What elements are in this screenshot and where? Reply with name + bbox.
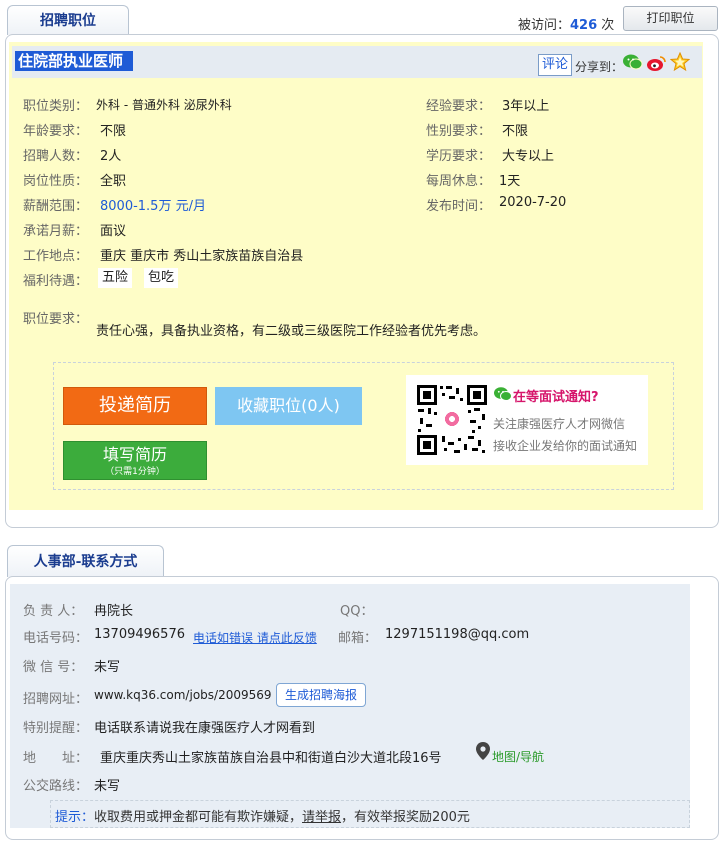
bus-value: 未写 (94, 779, 121, 794)
print-job-button[interactable]: 打印职位 (623, 6, 718, 31)
share-label: 分享到： (575, 60, 624, 74)
education-value: 大专以上 (502, 149, 555, 164)
fraud-tip: 提示：收取费用或押金都可能有欺诈嫌疑，请举报，有效举报奖励200元 (55, 806, 470, 825)
email-label: 邮箱： (338, 631, 378, 646)
education-label: 学历要求： (426, 149, 492, 164)
weekly-rest-value: 1天 (499, 174, 521, 189)
interview-title: 在等面试通知? (513, 390, 599, 405)
person-value: 冉院长 (94, 604, 134, 619)
wechat-value: 未写 (94, 660, 121, 675)
weibo-share-icon[interactable] (646, 54, 666, 72)
notice-value: 电话联系请说我在康强医疗人才网看到 (94, 721, 316, 736)
fill-resume-label: 填写简历 (102, 445, 167, 464)
age-label: 年龄要求： (23, 124, 89, 139)
job-category-value: 外科 - 普通外科 泌尿外科 (96, 98, 232, 112)
monthly-pay-value: 面议 (100, 224, 127, 239)
wechat-label: 微 信 号： (23, 660, 84, 675)
address-value: 重庆重庆秀山土家族苗族自治县中和街道白沙大道北段16号 (100, 751, 442, 766)
wechat-icon (494, 386, 512, 402)
publish-date-value: 2020-7-20 (499, 195, 567, 210)
gender-label: 性别要求： (426, 124, 492, 139)
favorite-job-button[interactable]: 收藏职位(0人) (215, 387, 362, 425)
tab-contact-label: 人事部-联系方式 (33, 554, 138, 570)
tab-job-positions-label: 招聘职位 (40, 13, 96, 29)
comment-button[interactable]: 评论 (538, 54, 573, 76)
benefit-tag: 包吃 (144, 268, 179, 288)
job-nature-label: 岗位性质： (23, 174, 89, 189)
fill-resume-sub: （只需1分钟） (105, 467, 165, 477)
tip-prefix: 提示： (55, 810, 95, 825)
experience-label: 经验要求： (426, 99, 492, 114)
interview-line1: 关注康强医疗人才网微信 (493, 417, 626, 431)
job-title: 住院部执业医师 (15, 51, 134, 71)
headcount-label: 招聘人数： (23, 149, 89, 164)
tab-contact[interactable]: 人事部-联系方式 (7, 545, 164, 577)
age-value: 不限 (100, 124, 127, 139)
notice-label: 特别提醒： (23, 721, 89, 736)
job-nature-value: 全职 (100, 174, 127, 189)
visit-count: 426 (570, 18, 598, 33)
requirement-text: 责任心强，具备执业资格，有二级或三级医院工作经验者优先考虑。 (96, 324, 487, 339)
benefits-label: 福利待遇： (23, 274, 89, 289)
benefit-tag: 五险 (98, 268, 133, 288)
qr-code-image (416, 384, 488, 456)
qq-label: QQ： (340, 604, 374, 619)
email-value: 1297151198@qq.com (385, 627, 530, 642)
print-job-label: 打印职位 (646, 11, 695, 25)
work-location-value: 重庆 重庆市 秀山土家族苗族自治县 (100, 249, 304, 264)
gender-value: 不限 (502, 124, 529, 139)
star-favorite-icon[interactable] (669, 51, 691, 72)
person-label: 负 责 人： (23, 604, 84, 619)
map-navigation-link[interactable]: 地图/导航 (492, 748, 544, 765)
monthly-pay-label: 承诺月薪： (23, 224, 89, 239)
visit-suffix: 次 (601, 18, 615, 33)
tip-text-2: ，有效举报奖励200元 (341, 810, 470, 825)
wechat-share-icon[interactable] (623, 53, 643, 71)
bus-label: 公交路线： (23, 779, 89, 794)
map-pin-icon[interactable] (476, 742, 490, 760)
interview-line2: 接收企业发给你的面试通知 (493, 439, 638, 453)
generate-poster-button[interactable]: 生成招聘海报 (276, 683, 366, 707)
report-link[interactable]: 请举报 (302, 810, 341, 825)
job-category-label: 职位类别： (23, 99, 89, 114)
requirement-label: 职位要求： (23, 312, 89, 327)
salary-value: 8000-1.5万 元/月 (100, 199, 206, 214)
salary-label: 薪酬范围： (23, 199, 89, 214)
tip-text-1: 收取费用或押金都可能有欺诈嫌疑， (94, 810, 303, 825)
fill-resume-button[interactable]: 填写简历 （只需1分钟） (63, 441, 207, 480)
phone-value: 13709496576 (94, 627, 185, 642)
experience-value: 3年以上 (502, 99, 550, 114)
apply-resume-button[interactable]: 投递简历 (63, 387, 207, 425)
url-label: 招聘网址： (23, 692, 89, 707)
phone-feedback-link[interactable]: 电话如错误 请点此反馈 (193, 629, 317, 646)
work-location-label: 工作地点： (23, 249, 89, 264)
visit-counter: 被访问：426 次 (518, 14, 614, 33)
publish-date-label: 发布时间： (426, 199, 492, 214)
phone-label: 电话号码： (23, 631, 89, 646)
address-label: 地 址： (23, 751, 89, 766)
headcount-value: 2人 (100, 149, 122, 164)
visit-prefix: 被访问： (518, 18, 571, 33)
weekly-rest-label: 每周休息： (426, 174, 492, 189)
url-value[interactable]: www.kq36.com/jobs/2009569 (94, 688, 272, 702)
tab-job-positions[interactable]: 招聘职位 (7, 5, 129, 35)
